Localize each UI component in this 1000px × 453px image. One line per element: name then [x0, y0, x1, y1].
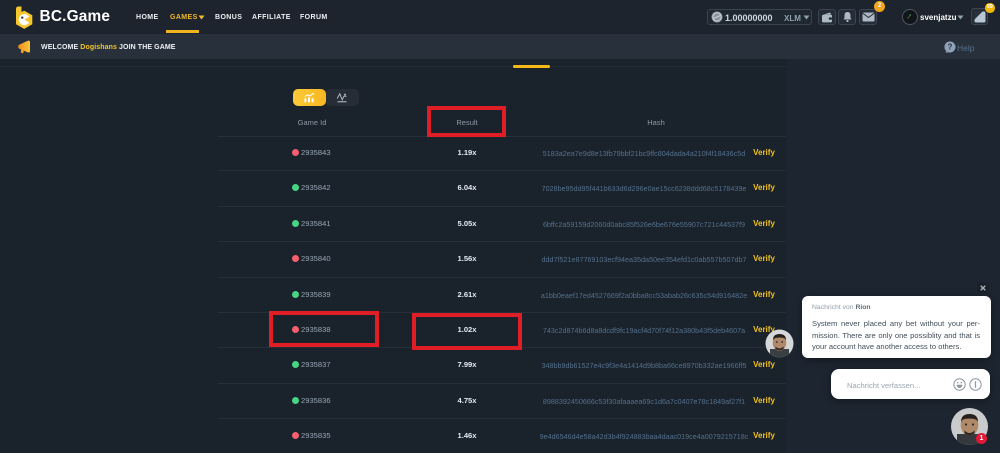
- svg-text:?: ?: [948, 43, 953, 52]
